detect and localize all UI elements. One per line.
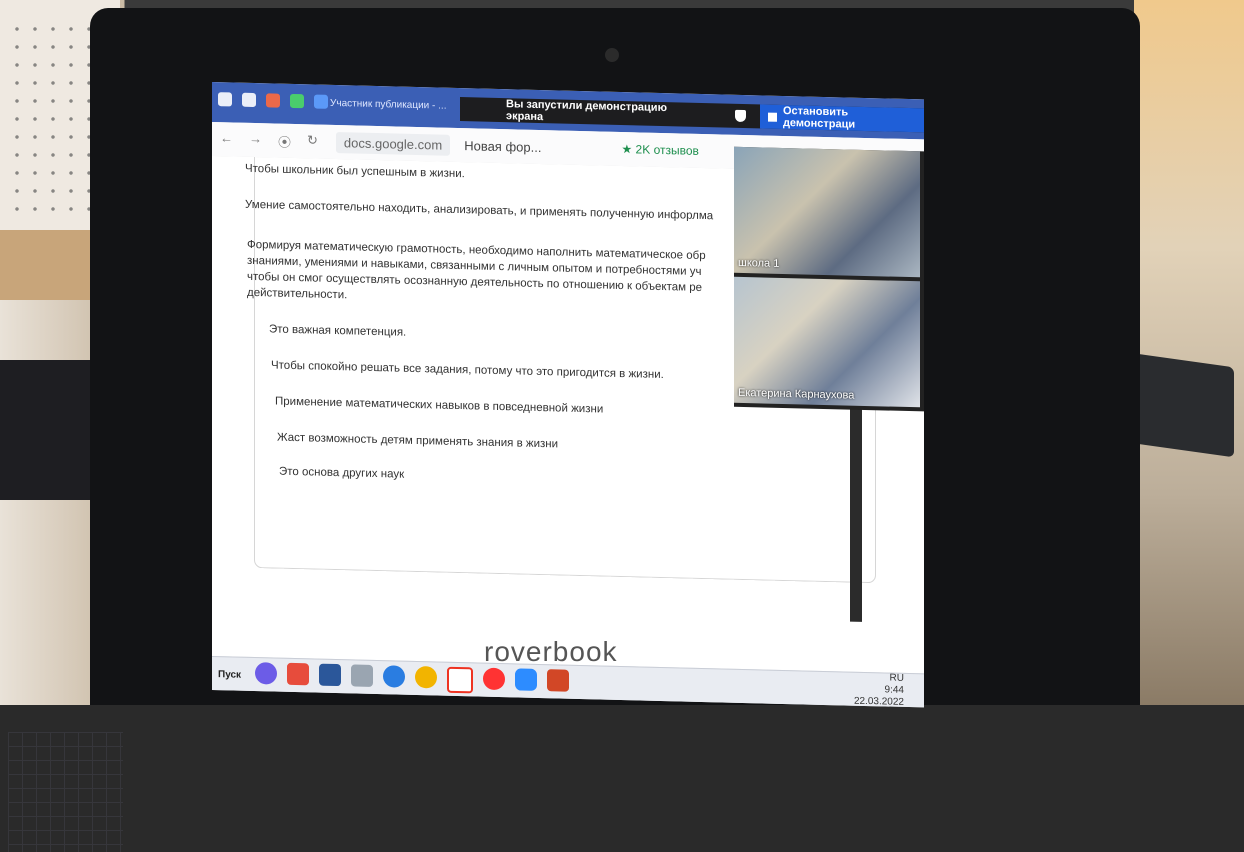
tab-icons <box>218 92 328 109</box>
shield-icon <box>735 109 747 123</box>
forward-arrow-icon[interactable]: → <box>249 130 262 149</box>
system-tray: RU 9:44 22.03.2022 <box>854 672 904 708</box>
response-text: Умение самостоятельно находить, анализир… <box>245 198 714 223</box>
nav-buttons: ← → ⦿ ↻ <box>220 130 318 151</box>
power-adapter <box>1129 352 1234 458</box>
back-arrow-icon[interactable]: ← <box>220 130 233 149</box>
reviews-badge[interactable]: ★ 2K отзывов <box>621 142 698 158</box>
chrome-icon[interactable] <box>415 665 438 689</box>
media-player-icon[interactable] <box>287 662 310 686</box>
tab-menu-icon[interactable] <box>242 92 256 108</box>
response-text: Чтобы школьник был успешным в жизни. <box>245 162 465 181</box>
laptop-brand-logo: roverbook <box>484 636 618 667</box>
screen-share-message: Вы запустили демонстрацию экрана <box>506 98 667 124</box>
stop-icon <box>768 112 777 122</box>
url-field[interactable]: docs.google.com <box>335 131 451 156</box>
active-tab-title[interactable]: Участник публикации - ... <box>330 98 446 112</box>
tab-whatsapp-icon[interactable] <box>290 93 304 109</box>
ie-icon[interactable] <box>383 665 406 688</box>
reload-icon[interactable]: ↻ <box>307 132 318 151</box>
keyboard-keys <box>8 732 123 852</box>
response-text: Это основа других наук <box>279 465 405 481</box>
video-tile[interactable]: школа 1 <box>734 146 920 278</box>
clock-date[interactable]: 22.03.2022 <box>854 696 904 708</box>
page-title: Новая фор... <box>464 137 542 155</box>
classroom-wall <box>1134 0 1244 705</box>
participant-name: школа 1 <box>738 256 780 270</box>
powerpoint-icon[interactable] <box>547 669 570 692</box>
video-panel: школа 1 Екатерина Карнаухова <box>734 146 924 412</box>
zoom-icon[interactable] <box>515 668 538 691</box>
response-text: Применение математических навыков в повс… <box>275 395 604 416</box>
webcam-icon <box>605 48 619 62</box>
video-tile[interactable]: Екатерина Карнаухова <box>734 276 920 408</box>
response-text: действительности. <box>247 286 348 302</box>
stop-share-button[interactable]: Остановить демонстраци <box>760 104 924 133</box>
response-text: Чтобы спокойно решать все задания, потом… <box>271 359 664 382</box>
participant-name: Екатерина Карнаухова <box>738 386 855 402</box>
tab-grid-icon[interactable] <box>218 92 232 107</box>
protect-icon[interactable]: ⦿ <box>278 131 291 150</box>
tab-app-icon[interactable] <box>266 93 280 108</box>
response-text: Это важная компетенция. <box>269 323 407 339</box>
yandex-browser-icon[interactable] <box>447 666 474 694</box>
tab-zoom-icon[interactable] <box>314 94 328 109</box>
word-icon[interactable] <box>319 663 342 687</box>
response-text: Жаст возможность детям применять знания … <box>277 431 559 451</box>
explorer-icon[interactable] <box>351 664 374 687</box>
yandex-icon[interactable] <box>483 667 506 691</box>
stop-share-label: Остановить демонстраци <box>782 104 856 131</box>
start-button[interactable]: Пуск <box>218 669 241 681</box>
laptop-screen: Участник публикации - ... Вы запустили д… <box>212 82 924 708</box>
alice-icon[interactable] <box>255 662 278 685</box>
screen-share-bar: Вы запустили демонстрацию экрана Останов… <box>460 97 924 133</box>
